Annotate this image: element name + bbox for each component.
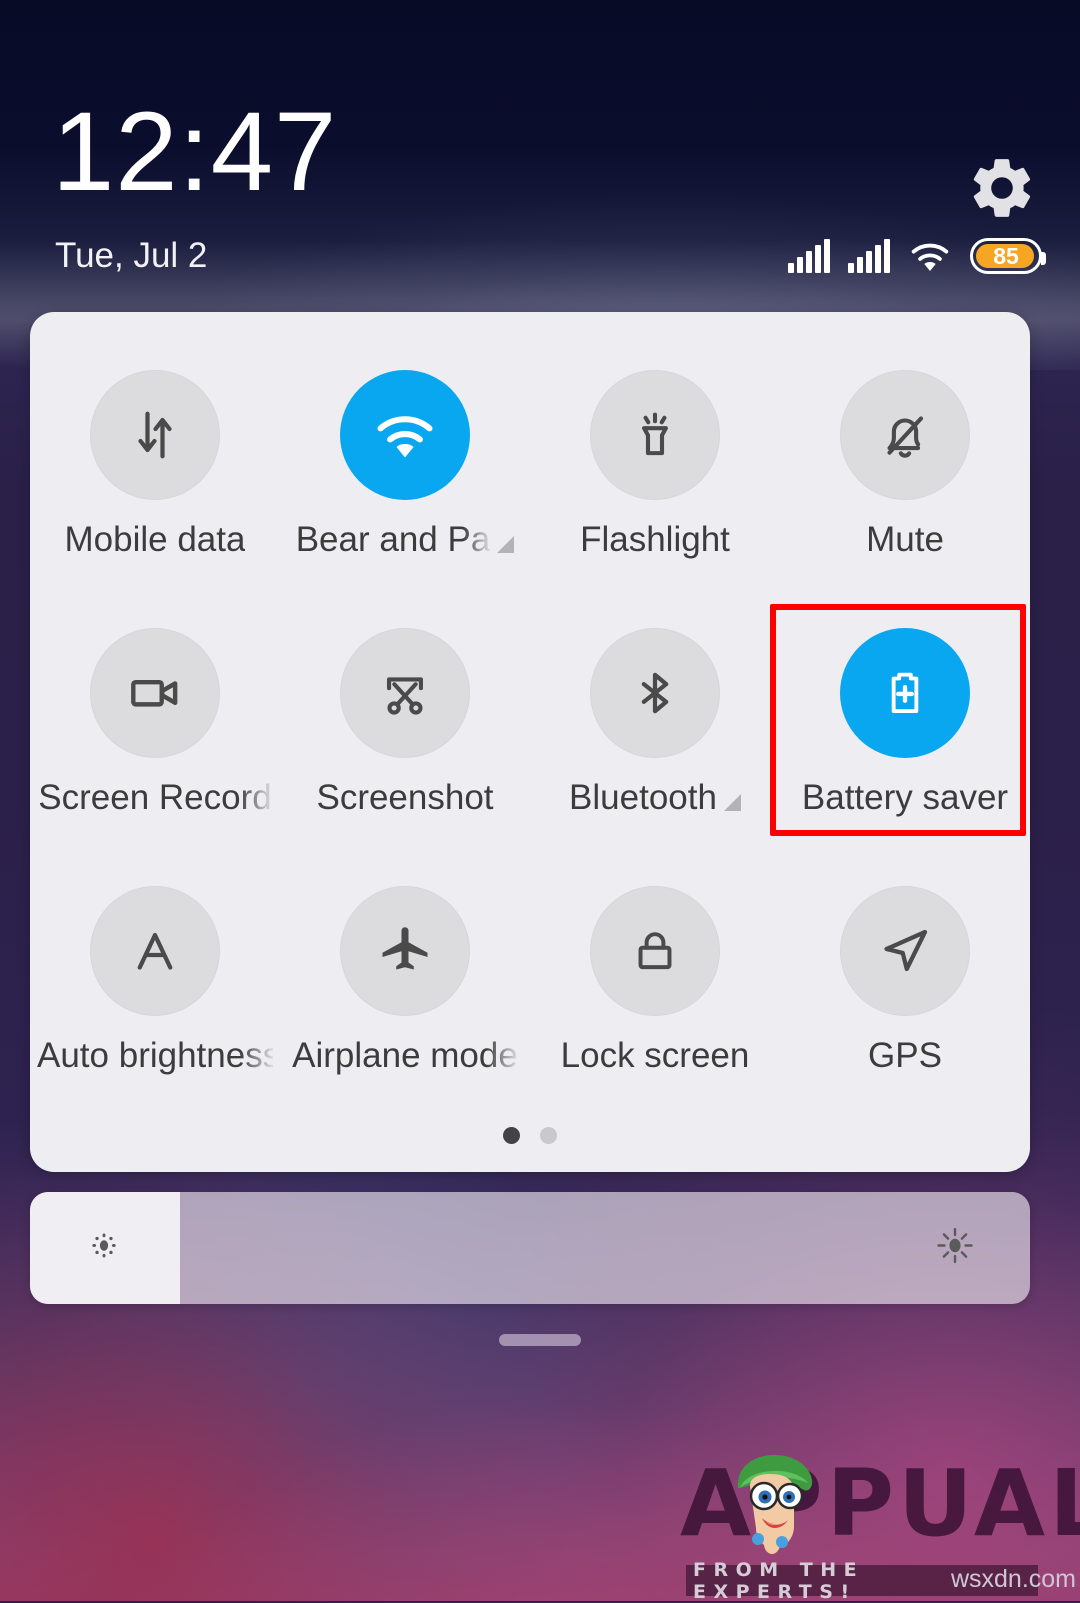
watermark-logo: APPUALS FROM THE EXPERTS! wsxdn.com bbox=[672, 1440, 1080, 1603]
page-dot-1[interactable] bbox=[503, 1127, 520, 1144]
tile-mute[interactable]: Mute bbox=[780, 348, 1030, 606]
signal-bars-icon bbox=[848, 239, 890, 273]
tile-label-wrap: Bluetooth bbox=[530, 780, 780, 817]
bell-muted-icon bbox=[887, 416, 924, 458]
clock-time: 12:47 bbox=[52, 89, 338, 214]
quick-settings-panel: Mobile data Bear and Pa Flashlight Mute … bbox=[30, 312, 1030, 1172]
tile-airplane-mode[interactable]: Airplane mode bbox=[280, 864, 530, 1122]
tile-label-wrap: Bear and Pa bbox=[280, 522, 530, 559]
quick-settings-grid: Mobile data Bear and Pa Flashlight Mute … bbox=[30, 348, 1030, 1122]
page-indicator bbox=[30, 1127, 1030, 1144]
tile-label: Auto brightness bbox=[37, 1038, 273, 1075]
page-dot-2[interactable] bbox=[540, 1127, 557, 1144]
tile-label-wrap: GPS bbox=[780, 1038, 1030, 1075]
tile-icon-circle bbox=[90, 370, 220, 500]
brightness-low-icon bbox=[85, 1227, 123, 1270]
battery-status-icon: 85 bbox=[970, 238, 1046, 274]
chevron-expand-icon[interactable] bbox=[497, 535, 515, 553]
tile-label-wrap: Mute bbox=[780, 522, 1030, 559]
tile-icon-circle bbox=[340, 886, 470, 1016]
mobile-data-icon bbox=[138, 411, 172, 459]
home-indicator-bar[interactable] bbox=[499, 1334, 581, 1346]
tile-label: Mute bbox=[866, 522, 944, 559]
tile-label: Mobile data bbox=[64, 522, 246, 559]
signal-bars-icon bbox=[788, 239, 830, 273]
tile-label-wrap: Mobile data bbox=[30, 522, 280, 559]
tile-icon-circle bbox=[90, 628, 220, 758]
clock-date: Tue, Jul 2 bbox=[55, 236, 208, 275]
airplane-icon bbox=[382, 927, 428, 970]
status-icon-tray: 85 bbox=[788, 238, 1046, 274]
tile-label-wrap: Auto brightness bbox=[30, 1038, 280, 1075]
auto-brightness-icon bbox=[137, 932, 173, 970]
tile-label-wrap: Airplane mode bbox=[280, 1038, 530, 1075]
tile-icon-circle bbox=[590, 370, 720, 500]
tile-icon-circle bbox=[340, 370, 470, 500]
tile-screenshot[interactable]: Screenshot bbox=[280, 606, 530, 864]
tile-label: Airplane mode bbox=[292, 1038, 518, 1075]
flashlight-icon bbox=[642, 412, 668, 456]
brightness-slider[interactable] bbox=[30, 1192, 1030, 1304]
tile-icon-circle bbox=[840, 370, 970, 500]
tile-label-wrap: Lock screen bbox=[530, 1038, 780, 1075]
tile-label: Flashlight bbox=[580, 522, 730, 559]
tile-label: GPS bbox=[868, 1038, 942, 1075]
tile-screen-record[interactable]: Screen Record bbox=[30, 606, 280, 864]
tile-gps[interactable]: GPS bbox=[780, 864, 1030, 1122]
tile-label-wrap: Flashlight bbox=[530, 522, 780, 559]
wifi-icon bbox=[377, 416, 433, 458]
tile-label: Bear and Pa bbox=[295, 522, 491, 559]
tile-icon-circle bbox=[590, 886, 720, 1016]
tile-icon-circle bbox=[840, 886, 970, 1016]
tile-label-wrap: Battery saver bbox=[780, 780, 1030, 817]
tile-label: Bluetooth bbox=[569, 780, 717, 817]
chevron-expand-icon[interactable] bbox=[723, 793, 741, 811]
tile-icon-circle bbox=[90, 886, 220, 1016]
bluetooth-icon bbox=[641, 672, 669, 714]
battery-plus-icon bbox=[891, 672, 919, 714]
scissors-icon bbox=[386, 677, 424, 715]
status-header: 12:47 Tue, Jul 2 85 bbox=[0, 0, 1080, 312]
tile-label: Screenshot bbox=[316, 780, 494, 817]
tile-label-wrap: Screen Record bbox=[30, 780, 280, 817]
tile-lock-screen[interactable]: Lock screen bbox=[530, 864, 780, 1122]
tile-label: Lock screen bbox=[560, 1038, 750, 1075]
tile-icon-circle bbox=[840, 628, 970, 758]
tile-label: Battery saver bbox=[801, 780, 1009, 817]
tile-battery-saver[interactable]: Battery saver bbox=[780, 606, 1030, 864]
tile-label: Screen Record bbox=[38, 780, 272, 817]
navigation-arrow-icon bbox=[884, 929, 928, 972]
tile-bluetooth[interactable]: Bluetooth bbox=[530, 606, 780, 864]
battery-level-label: 85 bbox=[993, 242, 1019, 269]
brightness-high-icon bbox=[932, 1223, 978, 1274]
wifi-icon bbox=[911, 243, 949, 272]
tile-wifi[interactable]: Bear and Pa bbox=[280, 348, 530, 606]
tile-icon-circle bbox=[340, 628, 470, 758]
tile-auto-brightness[interactable]: Auto brightness bbox=[30, 864, 280, 1122]
watermark-mascot-icon bbox=[737, 1454, 813, 1554]
tile-label-wrap: Screenshot bbox=[280, 780, 530, 817]
gear-icon bbox=[973, 159, 1031, 217]
settings-gear-button[interactable] bbox=[966, 152, 1038, 224]
tile-flashlight[interactable]: Flashlight bbox=[530, 348, 780, 606]
tile-mobile-data[interactable]: Mobile data bbox=[30, 348, 280, 606]
watermark-site: wsxdn.com bbox=[950, 1565, 1076, 1593]
tile-icon-circle bbox=[590, 628, 720, 758]
padlock-icon bbox=[638, 932, 672, 970]
video-camera-icon bbox=[131, 679, 178, 707]
